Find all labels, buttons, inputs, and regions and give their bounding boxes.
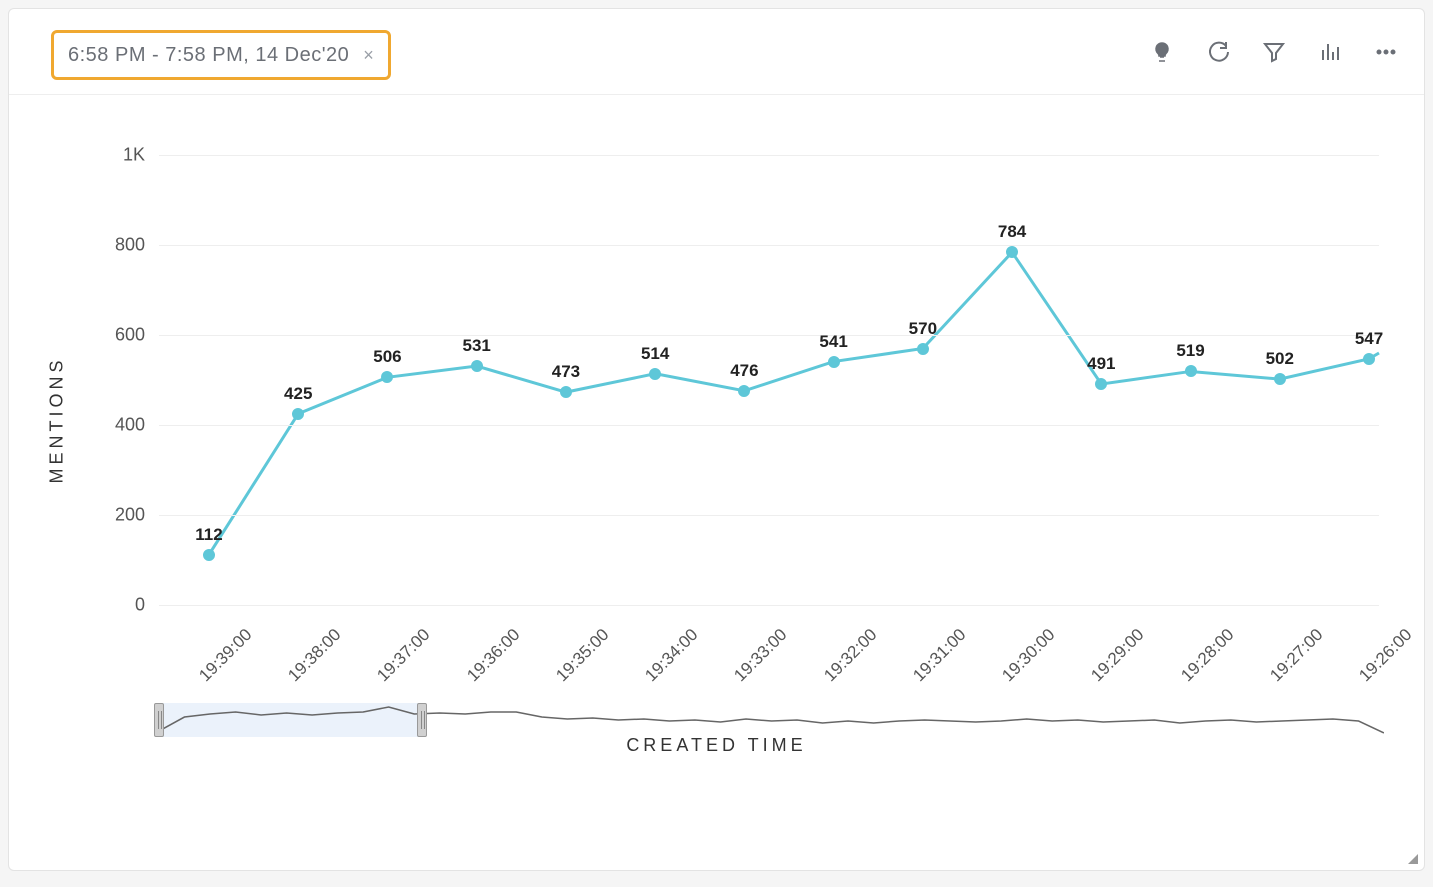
data-point[interactable]: [560, 386, 572, 398]
x-tick-label: 19:33:00: [731, 625, 792, 686]
data-point[interactable]: [1363, 353, 1375, 365]
card-header: 6:58 PM - 7:58 PM, 14 Dec'20 ×: [9, 9, 1424, 95]
x-tick-label: 19:39:00: [195, 625, 256, 686]
x-tick-label: 19:29:00: [1088, 625, 1149, 686]
chart-options-button[interactable]: [1316, 38, 1344, 66]
y-tick-label: 600: [115, 325, 145, 346]
data-point[interactable]: [649, 368, 661, 380]
data-point[interactable]: [203, 549, 215, 561]
gridline: [159, 155, 1379, 156]
data-point-label: 506: [373, 347, 401, 367]
y-tick-label: 800: [115, 235, 145, 256]
scrubber-handle-right[interactable]: [417, 703, 427, 737]
data-point-label: 570: [909, 319, 937, 339]
data-point-label: 784: [998, 222, 1026, 242]
data-point[interactable]: [1006, 246, 1018, 258]
more-button[interactable]: [1372, 38, 1400, 66]
scrubber-svg: [159, 699, 1384, 751]
gridline: [159, 335, 1379, 336]
lightbulb-icon: [1150, 40, 1174, 64]
data-point-label: 112: [195, 525, 222, 545]
x-tick-label: 19:35:00: [552, 625, 613, 686]
range-scrubber[interactable]: [159, 699, 1384, 751]
y-tick-label: 0: [135, 595, 145, 616]
data-point[interactable]: [738, 385, 750, 397]
x-tick-label: 19:38:00: [285, 625, 346, 686]
x-tick-label: 19:26:00: [1355, 625, 1416, 686]
data-point-label: 547: [1355, 329, 1383, 349]
close-icon[interactable]: ×: [363, 45, 374, 66]
data-point-label: 476: [730, 361, 758, 381]
x-tick-label: 19:37:00: [374, 625, 435, 686]
plot-region[interactable]: 02004006008001K1124255065314735144765415…: [159, 155, 1379, 605]
gridline: [159, 245, 1379, 246]
data-point[interactable]: [381, 371, 393, 383]
filter-button[interactable]: [1260, 38, 1288, 66]
refresh-icon: [1206, 40, 1230, 64]
x-tick-label: 19:36:00: [463, 625, 524, 686]
scrubber-handle-left[interactable]: [154, 703, 164, 737]
data-point-label: 425: [284, 384, 312, 404]
data-point-label: 514: [641, 344, 669, 364]
gridline: [159, 425, 1379, 426]
x-tick-label: 19:31:00: [909, 625, 970, 686]
data-point-label: 502: [1266, 349, 1294, 369]
x-tick-label: 19:28:00: [1177, 625, 1238, 686]
chart-area: MENTIONS 0 200 400 600 800 1K 112 425 506 531 473 5…: [9, 95, 1424, 735]
y-tick-label: 200: [115, 505, 145, 526]
filter-icon: [1262, 40, 1286, 64]
line-series: [159, 155, 1379, 605]
data-point[interactable]: [1095, 378, 1107, 390]
data-point[interactable]: [828, 356, 840, 368]
x-tick-label: 19:34:00: [641, 625, 702, 686]
y-tick-label: 400: [115, 415, 145, 436]
date-range-chip[interactable]: 6:58 PM - 7:58 PM, 14 Dec'20 ×: [51, 30, 391, 80]
data-point-label: 541: [819, 332, 847, 352]
gridline: [159, 515, 1379, 516]
y-tick-label: 1K: [123, 145, 145, 166]
x-tick-label: 19:27:00: [1266, 625, 1327, 686]
more-icon: [1374, 40, 1398, 64]
data-point-label: 519: [1176, 341, 1204, 361]
y-axis-label: MENTIONS: [47, 356, 68, 483]
x-tick-label: 19:32:00: [820, 625, 881, 686]
analytics-card: 6:58 PM - 7:58 PM, 14 Dec'20 × MENTIONS: [8, 8, 1425, 871]
data-point[interactable]: [1274, 373, 1286, 385]
resize-corner-icon[interactable]: [1408, 854, 1418, 864]
date-range-text: 6:58 PM - 7:58 PM, 14 Dec'20: [68, 44, 349, 67]
data-point[interactable]: [292, 408, 304, 420]
data-point-label: 531: [463, 336, 491, 356]
data-point-label: 491: [1087, 354, 1115, 374]
insights-button[interactable]: [1148, 38, 1176, 66]
data-point[interactable]: [471, 360, 483, 372]
data-point[interactable]: [1185, 365, 1197, 377]
bar-chart-icon: [1318, 40, 1342, 64]
gridline: [159, 605, 1379, 606]
x-tick-label: 19:30:00: [998, 625, 1059, 686]
data-point[interactable]: [917, 343, 929, 355]
toolbar: [1148, 9, 1400, 95]
refresh-button[interactable]: [1204, 38, 1232, 66]
data-point-label: 473: [552, 362, 580, 382]
